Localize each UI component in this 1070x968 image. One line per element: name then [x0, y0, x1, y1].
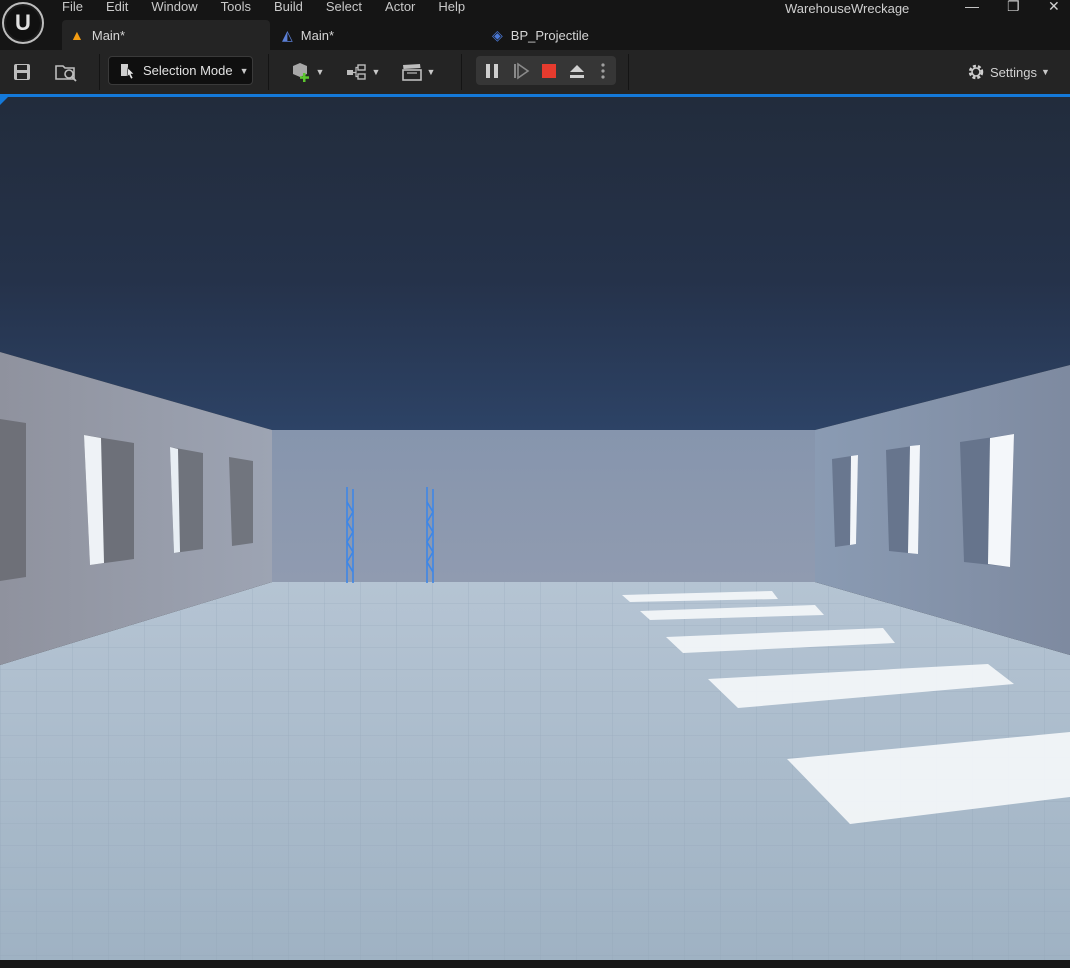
kebab-menu-icon — [601, 63, 605, 79]
project-title: WarehouseWreckage — [785, 1, 910, 16]
toolbar-separator — [461, 54, 462, 90]
play-options-button[interactable] — [594, 58, 612, 84]
minimize-button[interactable]: — — [965, 0, 979, 14]
save-button[interactable] — [10, 59, 34, 85]
chevron-down-icon: ▼ — [239, 65, 249, 76]
title-bar: U File Edit Window Tools Build Select Ac… — [0, 0, 1070, 44]
chevron-down-icon: ▼ — [315, 67, 325, 77]
blueprints-button[interactable]: ▼ — [344, 59, 382, 85]
blueprint-icon: ◈ — [492, 26, 503, 43]
main-menu: File Edit Window Tools Build Select Acto… — [62, 0, 488, 16]
menu-select[interactable]: Select — [326, 0, 362, 16]
level-blueprint-icon: ◭ — [282, 26, 293, 43]
settings-label: Settings — [990, 64, 1037, 80]
chevron-down-icon: ▼ — [426, 67, 436, 77]
menu-window[interactable]: Window — [151, 0, 197, 16]
bottom-status-bar — [0, 960, 1070, 968]
main-toolbar: Selection Mode ▼ ▼ ▼ ▼ Settings ▼ — [0, 50, 1070, 94]
menu-build[interactable]: Build — [274, 0, 303, 16]
unreal-logo[interactable]: U — [2, 2, 44, 44]
viewport-scene — [0, 97, 1070, 960]
toolbar-separator — [99, 54, 100, 90]
clapperboard-icon — [401, 64, 422, 81]
toolbar-separator — [628, 54, 629, 90]
settings-button[interactable]: Settings ▼ — [966, 62, 1050, 82]
mode-label: Selection Mode — [143, 63, 233, 78]
tab-main-level[interactable]: ▲ Main* — [62, 20, 270, 50]
ceiling — [0, 97, 1070, 430]
pause-button[interactable] — [482, 58, 502, 84]
stop-button[interactable] — [538, 58, 560, 84]
gear-icon — [968, 64, 984, 80]
level-viewport[interactable] — [0, 97, 1070, 960]
tab-bp-projectile[interactable]: ◈ BP_Projectile — [492, 20, 692, 50]
menu-actor[interactable]: Actor — [385, 0, 415, 16]
toolbar-separator — [268, 54, 269, 90]
tab-label: Main* — [300, 27, 335, 43]
play-controls — [476, 56, 616, 85]
save-icon — [14, 64, 30, 80]
cinematics-button[interactable]: ▼ — [398, 59, 438, 85]
browse-content-button[interactable] — [53, 59, 79, 85]
add-actor-icon — [292, 63, 309, 82]
menu-help[interactable]: Help — [438, 0, 465, 16]
tab-label: Main* — [91, 27, 126, 43]
menu-tools[interactable]: Tools — [221, 0, 251, 16]
menu-edit[interactable]: Edit — [106, 0, 128, 16]
stop-icon — [542, 64, 556, 78]
unreal-logo-icon: U — [6, 6, 40, 40]
blueprint-nodes-icon — [346, 64, 366, 80]
menu-file[interactable]: File — [62, 0, 83, 16]
document-tabs: ▲ Main* ◭ Main* ◈ BP_Projectile — [0, 20, 1070, 50]
skip-frame-button[interactable] — [510, 58, 532, 84]
restore-button[interactable]: ❐ — [1007, 0, 1020, 15]
frame-skip-icon — [514, 62, 530, 80]
folder-search-icon — [55, 65, 77, 82]
eject-button[interactable] — [566, 58, 588, 84]
chevron-down-icon: ▼ — [1040, 67, 1050, 77]
level-icon: ▲ — [70, 27, 84, 43]
tab-label: BP_Projectile — [510, 27, 589, 43]
close-button[interactable]: ✕ — [1048, 0, 1060, 15]
selection-mode-dropdown[interactable]: Selection Mode ▼ — [108, 56, 253, 85]
pause-icon — [486, 64, 498, 78]
eject-icon — [570, 65, 584, 78]
tab-main-level-blueprint[interactable]: ◭ Main* — [282, 20, 472, 50]
chevron-down-icon: ▼ — [371, 67, 381, 77]
quick-add-button[interactable]: ▼ — [288, 59, 326, 85]
cursor-icon — [121, 63, 135, 79]
